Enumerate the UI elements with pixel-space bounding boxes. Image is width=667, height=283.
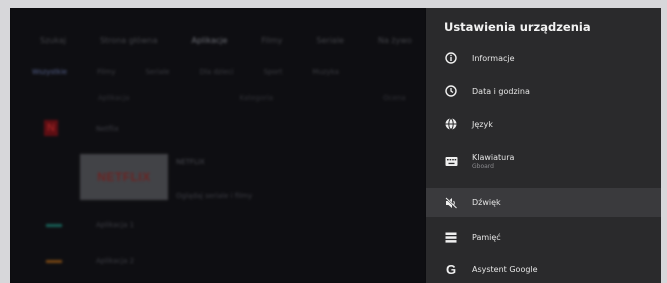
device-settings-panel: Ustawienia urządzenia Informacje Data i … bbox=[426, 8, 661, 283]
netflix-logo-icon: N bbox=[44, 120, 58, 136]
settings-item-informacje[interactable]: Informacje bbox=[426, 43, 661, 73]
background-column-headers: Aplikacja Kategoria Ocena bbox=[98, 94, 406, 102]
sub-tab: Muzyka bbox=[312, 68, 339, 76]
tv-screen: Szukaj Strona główna Aplikacje Filmy Ser… bbox=[10, 8, 661, 283]
background-row-text: Aplikacja 2 bbox=[96, 257, 135, 265]
app-color-stripe bbox=[46, 224, 62, 227]
nav-item: Seriale bbox=[316, 36, 344, 45]
sub-tab: Dla dzieci bbox=[199, 68, 234, 76]
background-row-text: Oglądaj seriale i filmy bbox=[176, 192, 253, 200]
app-color-stripe bbox=[46, 260, 62, 263]
nav-item: Na żywo bbox=[377, 36, 412, 45]
column-header: Ocena bbox=[383, 94, 406, 102]
storage-icon bbox=[444, 230, 458, 244]
background-sub-tabs: Wszystkie Filmy Seriale Dla dzieci Sport… bbox=[32, 68, 339, 76]
sub-tab: Sport bbox=[263, 68, 283, 76]
netflix-tile-text: NETFLIX bbox=[97, 170, 151, 184]
settings-item-sublabel: Gboard bbox=[472, 162, 494, 170]
settings-item-label: Pamięć bbox=[472, 232, 501, 242]
netflix-tile: NETFLIX bbox=[80, 154, 168, 200]
column-header: Kategoria bbox=[239, 94, 274, 102]
settings-item-klawiatura[interactable]: Klawiatura Gboard bbox=[426, 144, 661, 178]
nav-item: Filmy bbox=[261, 36, 283, 45]
background-top-nav: Szukaj Strona główna Aplikacje Filmy Ser… bbox=[40, 36, 412, 45]
settings-item-label: Dźwięk bbox=[472, 198, 501, 207]
panel-title: Ustawienia urządzenia bbox=[444, 20, 591, 34]
background-row-text: Netflix bbox=[96, 125, 119, 133]
settings-item-jezyk[interactable]: Język bbox=[426, 109, 661, 139]
settings-item-pamiec[interactable]: Pamięć bbox=[426, 222, 661, 252]
nav-item: Szukaj bbox=[40, 36, 66, 45]
sub-tab: Filmy bbox=[97, 68, 116, 76]
background-row-text: Aplikacja 1 bbox=[96, 221, 135, 229]
keyboard-icon bbox=[444, 154, 458, 168]
settings-item-asystent-google[interactable]: G Asystent Google bbox=[426, 254, 661, 283]
info-icon bbox=[444, 51, 458, 65]
settings-item-dzwiek[interactable]: Dźwięk bbox=[426, 188, 661, 217]
globe-icon bbox=[444, 117, 458, 131]
settings-item-label: Język bbox=[472, 119, 493, 129]
nav-item-selected: Aplikacje bbox=[191, 36, 228, 45]
settings-item-data-i-godzina[interactable]: Data i godzina bbox=[426, 76, 661, 106]
sub-tab: Seriale bbox=[145, 68, 170, 76]
sound-off-icon bbox=[444, 196, 458, 210]
background-app: Szukaj Strona główna Aplikacje Filmy Ser… bbox=[10, 8, 426, 283]
column-header: Aplikacja bbox=[98, 94, 130, 102]
sub-tab-selected: Wszystkie bbox=[32, 68, 68, 76]
settings-item-label: Data i godzina bbox=[472, 86, 530, 96]
clock-icon bbox=[444, 84, 458, 98]
settings-item-label: Asystent Google bbox=[472, 264, 538, 274]
settings-item-label: Klawiatura bbox=[472, 152, 515, 162]
settings-item-label: Informacje bbox=[472, 53, 515, 63]
nav-item: Strona główna bbox=[99, 36, 158, 45]
background-row-text: NETFLIX bbox=[176, 158, 205, 166]
google-icon: G bbox=[445, 261, 457, 277]
